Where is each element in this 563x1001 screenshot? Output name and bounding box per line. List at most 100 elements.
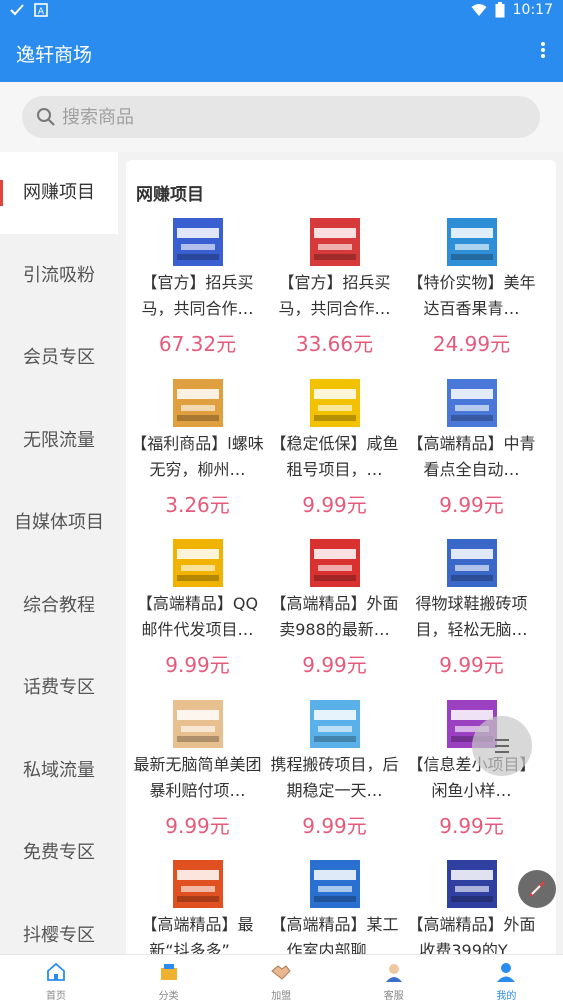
home-icon [45,961,67,983]
sidebar-item[interactable]: 私域流量 [0,730,118,812]
app-title: 逸轩商场 [16,44,93,66]
product-thumbnail [447,378,497,427]
tab-label: 加盟 [271,991,292,1001]
tab-label: 我的 [496,991,517,1001]
product-card[interactable]: 最新无脑简单美团暴利赔付项… 9.99元 [129,699,266,860]
product-card[interactable]: 得物球鞋搬砖项目，轻松无脑… 9.99元 [403,539,540,699]
product-name: 【稳定低保】咸鱼租号项目，… [270,433,399,479]
product-name: 【高端精品】外面收费399的Y… [407,915,536,960]
product-price: 9.99元 [165,653,230,677]
product-name: 携程搬砖项目，后期稳定一天… [270,754,399,800]
product-card[interactable]: 【官方】招兵买马，共同合作… 33.66元 [266,218,403,378]
product-name: 【高端精品】某工作室内部聊… [270,915,399,960]
sidebar-item-label: 无限流量 [23,429,95,451]
wifi-icon [471,4,487,16]
handshake-icon [270,961,292,983]
product-name: 【高端精品】外面卖988的最新… [270,594,399,639]
sidebar-item[interactable]: 自媒体项目 [0,482,118,564]
product-thumbnail [173,378,223,427]
product-thumbnail [173,539,223,587]
product-thumbnail [447,218,497,266]
sidebar-item-label: 网赚项目 [23,182,95,203]
product-card[interactable]: 【稳定低保】咸鱼租号项目，… 9.99元 [266,378,403,539]
product-card[interactable]: 【高端精品】中青看点全自动… 9.99元 [403,378,540,539]
bottom-tab-bar: 首页 分类 加盟 客服 我的 [0,954,563,1001]
product-name: 【官方】招兵买马，共同合作… [141,273,254,318]
product-thumbnail [173,860,223,908]
profile-icon [495,961,517,983]
status-bar: A 10:17 [0,0,563,24]
product-name: 【高端精品】QQ邮件代发项目… [136,594,259,639]
sidebar-item[interactable]: 综合教程 [0,565,118,647]
category-icon [158,961,180,983]
tab-item[interactable]: 加盟 [225,955,337,1001]
product-card[interactable]: 【福利商品】l螺味无穷，柳州… 3.26元 [129,378,266,539]
tab-item[interactable]: 首页 [0,955,112,1001]
product-price: 9.99元 [439,492,504,517]
section-heading: 网赚项目 [136,185,204,205]
sidebar-item[interactable]: 引流吸粉 [0,235,118,317]
clear-icon[interactable] [518,870,556,908]
tab-item[interactable]: 我的 [450,955,562,1001]
battery-icon [495,2,505,18]
tab-label: 首页 [46,991,66,1001]
product-price: 9.99元 [165,813,230,838]
product-card[interactable]: 【高端精品】QQ邮件代发项目… 9.99元 [129,539,266,699]
product-name: 【高端精品】最新“抖多多”… [141,915,254,960]
sidebar-item[interactable]: 话费专区 [0,647,118,729]
search-input[interactable] [62,102,522,132]
product-card[interactable]: 【特价实物】美年达百香果青… 24.99元 [403,218,540,378]
product-card[interactable]: 【官方】招兵买马，共同合作… 67.32元 [129,218,266,378]
tab-item[interactable]: 客服 [338,955,450,1001]
sidebar-item-label: 综合教程 [23,594,95,616]
product-price: 9.99元 [439,813,504,838]
service-icon [383,961,405,983]
sidebar-item-label: 私域流量 [23,759,95,781]
product-price: 33.66元 [295,332,374,356]
product-thumbnail [310,539,360,587]
app-bar: 逸轩商场 [0,24,563,82]
product-thumbnail [310,218,360,266]
product-card[interactable]: 【高端精品】最新“抖多多”… [129,860,266,960]
product-name: 【特价实物】美年达百香果青… [407,273,536,318]
sidebar-item[interactable]: 免费专区 [0,812,118,894]
sidebar-item-label: 会员专区 [23,347,95,368]
product-name: 【福利商品】l螺味无穷，柳州… [131,433,264,479]
product-name: 得物球鞋搬砖项目，轻松无脑… [415,594,528,639]
product-thumbnail [173,699,223,748]
category-sidebar: 网赚项目引流吸粉会员专区无限流量自媒体项目综合教程话费专区私域流量免费专区抖樱专… [0,152,118,954]
tab-label: 分类 [158,991,179,1001]
search-icon [37,108,55,126]
product-thumbnail [310,699,360,748]
product-thumbnail [173,218,223,266]
sidebar-item[interactable]: 网赚项目 [0,152,118,234]
product-price: 9.99元 [302,813,367,838]
product-card[interactable]: 携程搬砖项目，后期稳定一天… 9.99元 [266,699,403,860]
product-price: 9.99元 [439,653,504,677]
app-notification-icon: A [34,3,48,17]
search-area [0,82,563,152]
product-price: 9.99元 [302,492,367,517]
sidebar-item-label: 话费专区 [23,677,95,698]
product-price: 67.32元 [158,332,237,356]
more-options-icon[interactable] [537,40,549,64]
product-area: 网赚项目 【官方】招兵买马，共同合作… 67.32元 【官方】招兵买马，共同合作… 3… [118,152,563,960]
product-price: 9.99元 [302,653,367,677]
tab-item[interactable]: 分类 [113,955,225,1001]
product-name: 最新无脑简单美团暴利赔付项… [133,754,262,800]
sidebar-item[interactable]: 会员专区 [0,317,118,399]
tab-label: 客服 [383,991,404,1001]
sidebar-item[interactable]: 无限流量 [0,400,118,482]
product-card[interactable]: 【高端精品】外面卖988的最新… 9.99元 [266,539,403,699]
product-thumbnail [310,378,360,427]
check-notification-icon [10,4,24,16]
svg-text:A: A [38,7,45,17]
product-name: 【高端精品】中青看点全自动… [407,433,536,479]
product-thumbnail [310,860,360,908]
product-card[interactable]: 【高端精品】某工作室内部聊… [266,860,403,960]
search-bar[interactable] [22,96,540,138]
list-menu-icon[interactable] [472,716,532,776]
status-time: 10:17 [512,2,553,18]
sidebar-item-label: 抖樱专区 [23,924,95,946]
product-price: 24.99元 [432,332,511,356]
